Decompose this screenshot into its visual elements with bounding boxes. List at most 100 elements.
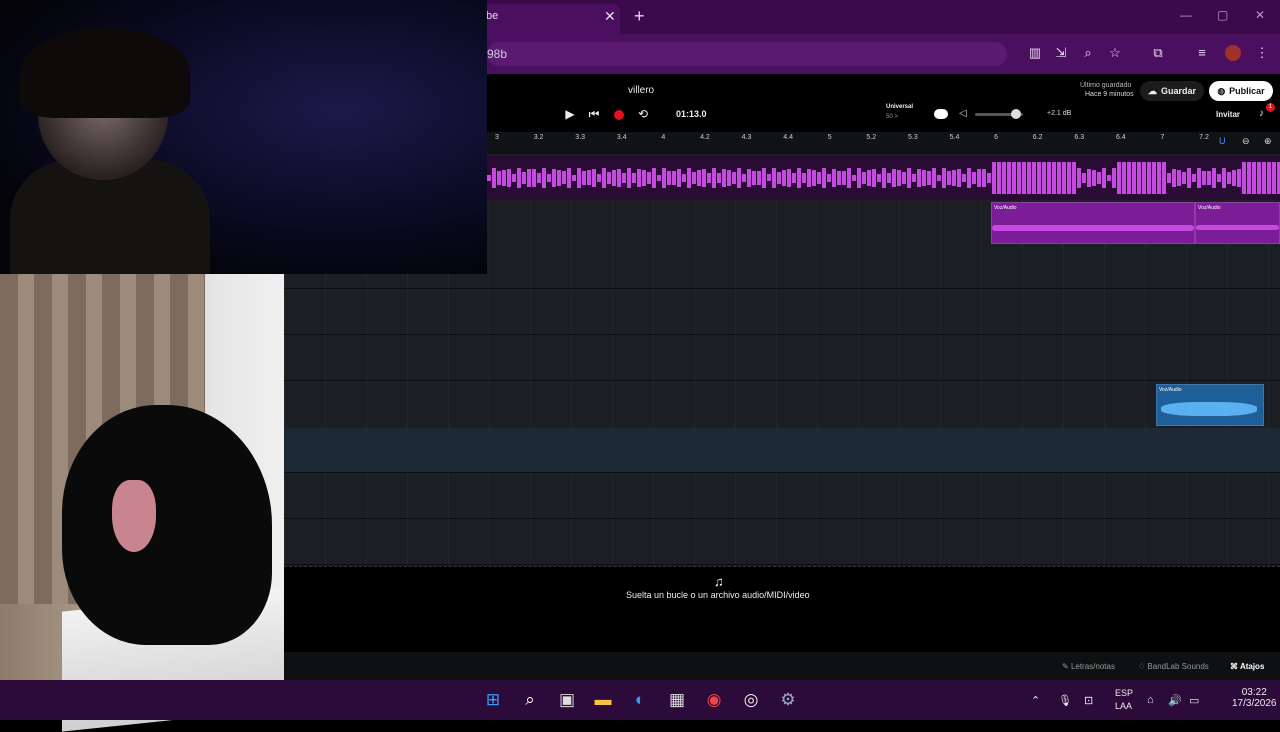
track-lane-selected[interactable] xyxy=(284,428,1280,473)
waveform-bar xyxy=(1117,162,1121,194)
zoom-in-icon[interactable]: ⊕ xyxy=(1264,136,1272,147)
keyboard-layout[interactable]: LAA xyxy=(1115,701,1132,711)
skip-to-start-button[interactable]: ⏮ xyxy=(585,107,603,123)
loop-button[interactable]: ⟲ xyxy=(634,107,652,123)
waveform-bar xyxy=(1152,162,1156,194)
waveform-bar xyxy=(557,170,561,186)
waveform-bar xyxy=(532,169,536,187)
waveform-bar xyxy=(887,172,891,184)
waveform-bar xyxy=(747,168,751,188)
project-title[interactable]: villero xyxy=(628,85,654,96)
snap-magnet-icon[interactable]: U xyxy=(1219,136,1226,146)
network-icon[interactable]: ⌂ xyxy=(1147,694,1154,706)
waveform-bar xyxy=(762,168,766,188)
track-lane[interactable] xyxy=(284,336,1280,381)
invite-button[interactable]: Invitar xyxy=(1216,110,1240,119)
zoom-out-icon[interactable]: ⊖ xyxy=(1242,136,1250,147)
black-cat xyxy=(62,405,272,645)
waveform-bar xyxy=(782,169,786,187)
start-button-icon[interactable]: ⊞ xyxy=(481,688,505,712)
waveform-bar xyxy=(1087,168,1091,188)
waveform-bar xyxy=(962,173,966,183)
play-button[interactable]: ▶ xyxy=(561,107,579,123)
install-app-icon[interactable]: ⇲ xyxy=(1053,45,1069,61)
waveform-bar xyxy=(592,168,596,188)
minimize-button[interactable]: — xyxy=(1180,8,1192,22)
lyrics-notes-button[interactable]: ✎ Letras/notas xyxy=(1062,662,1115,671)
waveform-bar xyxy=(757,170,761,186)
browser-tab[interactable] xyxy=(480,4,620,34)
clip-waveform xyxy=(1196,225,1279,230)
language-code[interactable]: ESP xyxy=(1115,688,1133,698)
notification-bell-icon[interactable]: ♪ xyxy=(1259,108,1264,119)
bandlab-sounds-button[interactable]: ♢ BandLab Sounds xyxy=(1138,662,1209,671)
maximize-button[interactable]: ▢ xyxy=(1217,8,1228,22)
zoom-icon[interactable]: ⌕ xyxy=(1080,45,1096,61)
waveform-bar xyxy=(1222,168,1226,188)
waveform-bar xyxy=(1212,168,1216,188)
waveform-bar xyxy=(1047,162,1051,194)
profile-avatar[interactable] xyxy=(1225,45,1241,61)
metronome-toggle[interactable] xyxy=(934,109,948,119)
waveform-bar xyxy=(832,168,836,188)
audio-clip[interactable]: Voz/Audio xyxy=(1156,384,1264,426)
browser-menu-icon[interactable]: ⋮ xyxy=(1254,45,1270,61)
waveform-bar xyxy=(1177,169,1181,187)
waveform-bar xyxy=(562,171,566,185)
waveform-bar xyxy=(1097,171,1101,185)
volume-knob[interactable] xyxy=(1011,109,1021,119)
audio-clip[interactable]: Voz/Audio xyxy=(991,202,1195,244)
close-window-button[interactable]: ✕ xyxy=(1255,8,1265,22)
obs-icon[interactable]: ◎ xyxy=(739,688,763,712)
tab-title: be xyxy=(486,10,499,22)
chrome-icon[interactable]: ◉ xyxy=(702,688,726,712)
media-control-icon[interactable]: ≡ xyxy=(1194,45,1210,61)
shortcuts-button[interactable]: ⌘ Atajos xyxy=(1230,662,1264,671)
bookmark-star-icon[interactable]: ☆ xyxy=(1107,45,1123,61)
reader-mode-icon[interactable]: ▥ xyxy=(1027,45,1043,61)
waveform-bar xyxy=(1242,162,1246,194)
track-lane[interactable] xyxy=(284,474,1280,519)
waveform-bar xyxy=(692,171,696,185)
battery-icon[interactable]: ▭ xyxy=(1189,694,1199,707)
volume-tray-icon[interactable]: 🔊 xyxy=(1168,694,1182,707)
waveform-bar xyxy=(1202,170,1206,186)
microphone-icon[interactable]: 🎙 xyxy=(1058,694,1072,707)
ruler-tick: 3.4 xyxy=(616,134,627,141)
waveform-bar xyxy=(927,171,931,185)
screen-capture-icon[interactable]: ⊡ xyxy=(1084,694,1093,707)
waveform-bar xyxy=(947,171,951,185)
edge-icon[interactable]: ◐ xyxy=(628,688,652,712)
waveform-bar xyxy=(982,169,986,187)
volume-icon[interactable]: ◁ xyxy=(959,108,967,119)
extensions-icon[interactable]: ⧉ xyxy=(1150,45,1166,61)
store-icon[interactable]: ▦ xyxy=(665,688,689,712)
audio-clip-main[interactable] xyxy=(487,156,1280,200)
tab-close-icon[interactable]: ✕ xyxy=(604,8,616,25)
waveform-bar xyxy=(992,162,996,194)
search-icon[interactable]: ⌕ xyxy=(518,688,542,712)
volume-db: +2.1 dB xyxy=(1047,110,1072,117)
record-button[interactable] xyxy=(614,110,624,120)
taskbar-clock[interactable]: 03:22 17/3/2026 xyxy=(1232,687,1277,709)
url-field[interactable] xyxy=(487,42,1007,66)
track-lane[interactable] xyxy=(284,290,1280,335)
waveform-bar xyxy=(802,172,806,184)
show-hidden-icons-icon[interactable]: ⌃ xyxy=(1031,694,1040,707)
drop-zone[interactable] xyxy=(284,566,1280,652)
waveform-bar xyxy=(892,169,896,187)
task-view-icon[interactable]: ▣ xyxy=(555,688,579,712)
waveform-bar xyxy=(1237,168,1241,188)
audio-clip[interactable]: Voz/Audio xyxy=(1195,202,1280,244)
file-explorer-icon[interactable]: ▬ xyxy=(591,688,615,712)
new-tab-button[interactable]: + xyxy=(634,6,645,27)
waveform-bar xyxy=(637,168,641,188)
publish-button[interactable]: ◍ Publicar xyxy=(1209,81,1273,101)
save-button[interactable]: ☁ Guardar xyxy=(1140,81,1204,101)
settings-gear-icon[interactable]: ⚙ xyxy=(776,688,800,712)
metronome-selector[interactable]: Universal 50 > xyxy=(870,104,916,124)
waveform-bar xyxy=(912,173,916,183)
waveform-bar xyxy=(487,175,491,181)
waveform-bar xyxy=(1252,162,1256,194)
track-lane[interactable] xyxy=(284,520,1280,565)
